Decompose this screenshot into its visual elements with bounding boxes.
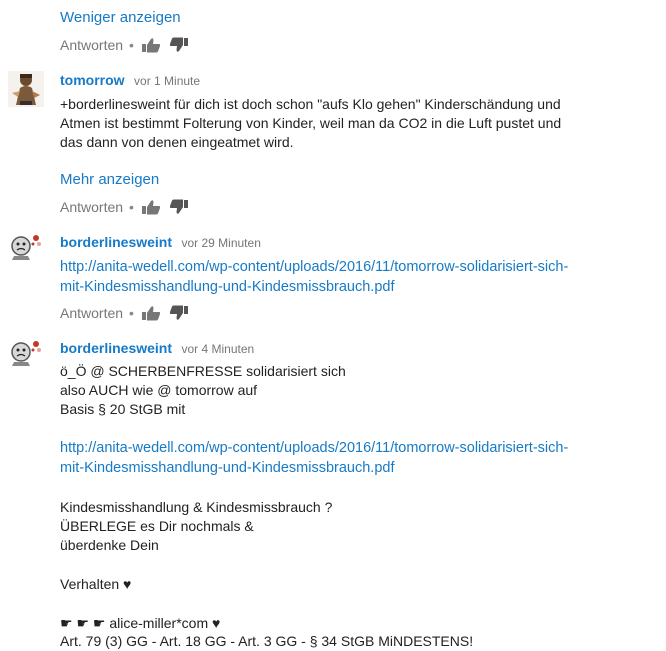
comment-line: Atmen ist bestimmt Folterung von Kinder,… — [60, 115, 562, 131]
comment-url-link[interactable]: http://anita-wedell.com/wp-content/uploa… — [60, 257, 664, 297]
thumbs-up-icon[interactable] — [141, 305, 161, 321]
url-line[interactable]: mit-Kindesmisshandlung-und-Kindesmissbra… — [60, 277, 664, 297]
avatar[interactable] — [8, 230, 44, 266]
comment-body: Kindesmisshandlung & Kindesmissbrauch ? … — [60, 498, 660, 555]
comment-line: also AUCH wie @ tomorrow auf — [60, 382, 258, 398]
comment-header: borderlinesweint vor 29 Minuten — [60, 234, 261, 252]
separator: • — [129, 305, 134, 321]
reply-actions-1: Antworten • — [60, 199, 197, 215]
comment-line: +borderlinesweint für dich ist doch scho… — [60, 96, 561, 112]
comment-author[interactable]: borderlinesweint — [60, 340, 172, 356]
comment-body: +borderlinesweint für dich ist doch scho… — [60, 95, 660, 152]
thumbs-down-icon[interactable] — [169, 37, 189, 53]
comment-header: borderlinesweint vor 4 Minuten — [60, 340, 254, 358]
comment-author[interactable]: borderlinesweint — [60, 234, 172, 250]
avatar[interactable] — [8, 71, 44, 107]
thumbs-up-icon[interactable] — [141, 199, 161, 215]
comment-header: tomorrow vor 1 Minute — [60, 72, 200, 90]
comment-time[interactable]: vor 4 Minuten — [181, 342, 254, 356]
reply-actions-0: Antworten • — [60, 37, 197, 53]
show-less-link[interactable]: Weniger anzeigen — [60, 9, 181, 27]
comment-time[interactable]: vor 1 Minute — [134, 74, 200, 88]
comment-author[interactable]: tomorrow — [60, 72, 125, 88]
avatar[interactable] — [8, 336, 44, 372]
comment-url-link[interactable]: http://anita-wedell.com/wp-content/uploa… — [60, 438, 664, 478]
comment-line: Basis § 20 StGB mit — [60, 401, 186, 417]
comment-line: ☛ ☛ ☛ alice-miller*com ♥ — [60, 615, 221, 631]
separator: • — [129, 37, 134, 53]
show-less-label[interactable]: Weniger anzeigen — [60, 9, 181, 26]
reply-actions-2: Antworten • — [60, 305, 197, 321]
reply-button[interactable]: Antworten — [60, 199, 123, 215]
thumbs-down-icon[interactable] — [169, 305, 189, 321]
comment-line: das dann von denen eingeatmet wird. — [60, 134, 294, 150]
show-more-label[interactable]: Mehr anzeigen — [60, 171, 159, 188]
comment-line: ÜBERLEGE es Dir nochmals & — [60, 518, 254, 534]
comment-body: ö_Ö @ SCHERBENFRESSE solidarisiert sich … — [60, 362, 660, 419]
separator: • — [129, 199, 134, 215]
comment-line: Kindesmisshandlung & Kindesmissbrauch ? — [60, 499, 333, 515]
show-more-link[interactable]: Mehr anzeigen — [60, 171, 159, 189]
url-line[interactable]: mit-Kindesmisshandlung-und-Kindesmissbra… — [60, 458, 664, 478]
reply-button[interactable]: Antworten — [60, 37, 123, 53]
url-line[interactable]: http://anita-wedell.com/wp-content/uploa… — [60, 438, 664, 458]
comment-line: Art. 79 (3) GG - Art. 18 GG - Art. 3 GG … — [60, 633, 474, 649]
url-line[interactable]: http://anita-wedell.com/wp-content/uploa… — [60, 257, 664, 277]
comment-time[interactable]: vor 29 Minuten — [181, 236, 260, 250]
comment-line: ö_Ö @ SCHERBENFRESSE solidarisiert sich — [60, 363, 346, 379]
thumbs-down-icon[interactable] — [169, 199, 189, 215]
reply-button[interactable]: Antworten — [60, 305, 123, 321]
comment-line: Verhalten ♥ — [60, 576, 132, 592]
comment-line: überdenke Dein — [60, 537, 159, 553]
thumbs-up-icon[interactable] — [141, 37, 161, 53]
